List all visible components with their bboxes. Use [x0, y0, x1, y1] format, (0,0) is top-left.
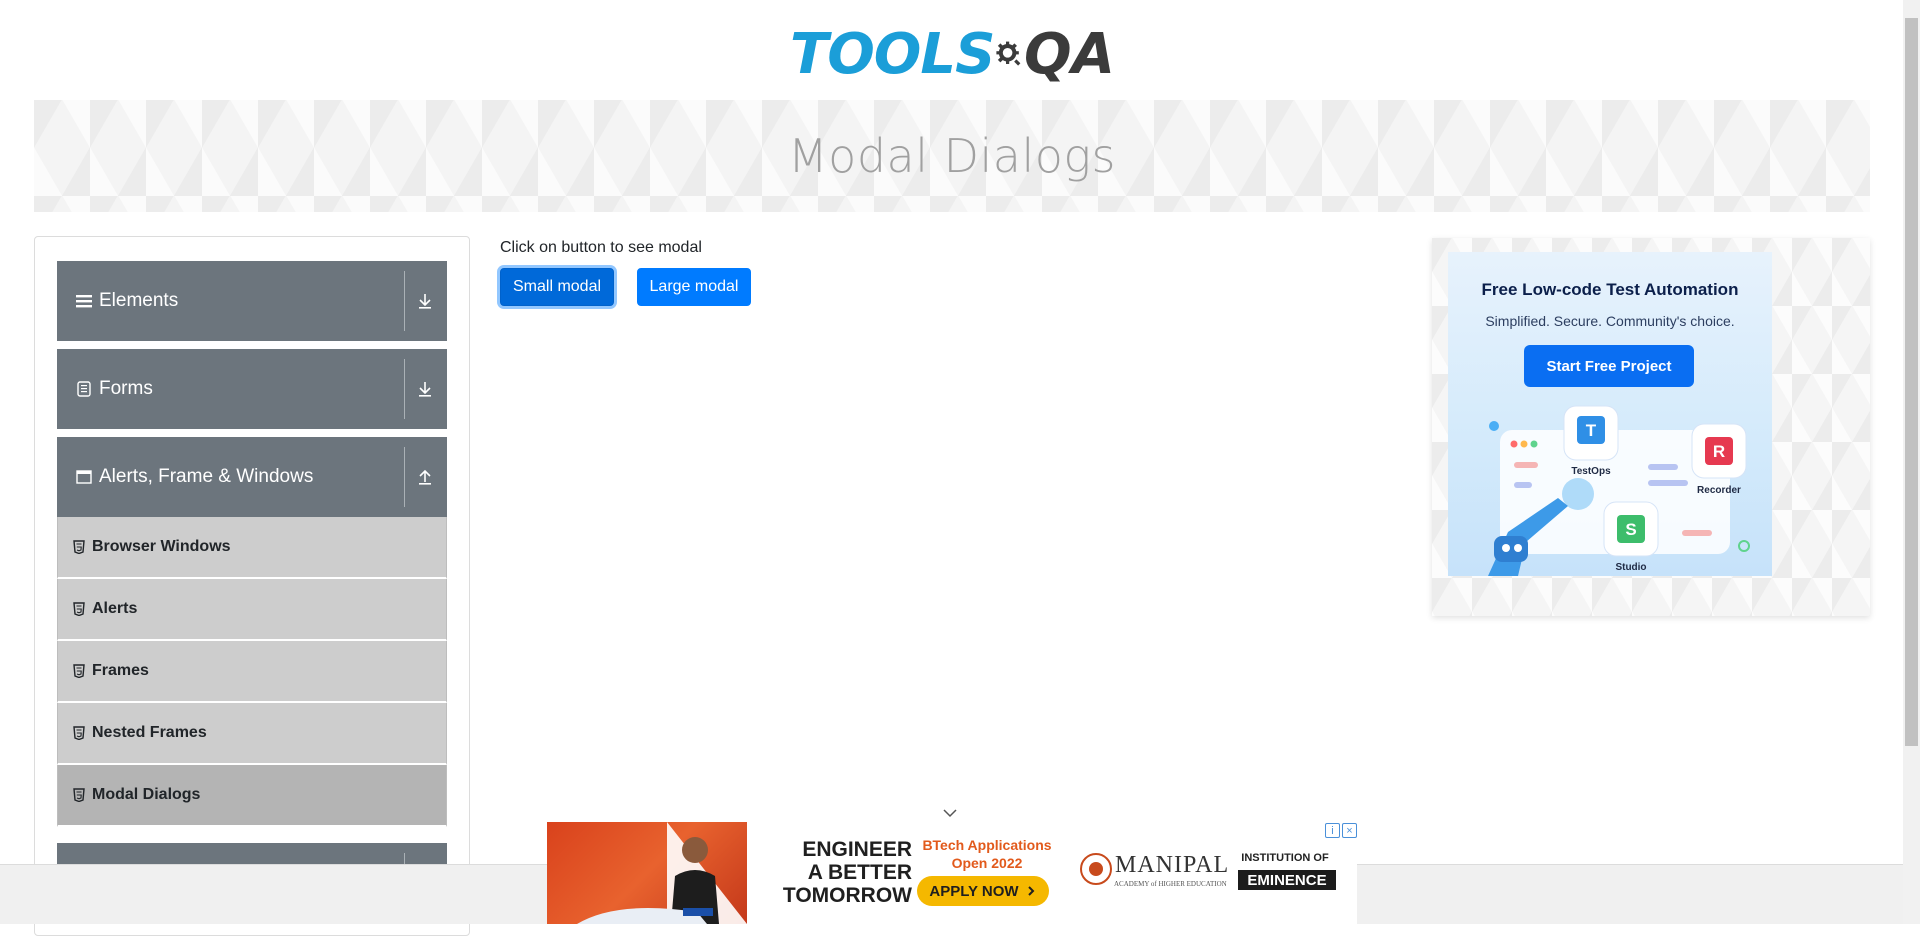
katalon-ad-card[interactable]: Free Low-code Test Automation Simplified…: [1448, 252, 1772, 576]
institution-text: INSTITUTION OF: [1241, 852, 1329, 864]
sidebar-item-frames[interactable]: Frames: [57, 641, 447, 703]
html5-icon: [72, 601, 86, 617]
hamburger-icon: [73, 290, 95, 312]
apply-now-button[interactable]: APPLY NOW: [917, 876, 1049, 906]
site-header: TOOLS QA: [0, 0, 1900, 100]
divider: [404, 271, 405, 331]
page-banner: Modal Dialogs: [34, 100, 1870, 212]
studio-label: Studio: [1615, 562, 1646, 573]
testops-label: TestOps: [1571, 466, 1611, 477]
recorder-label: Recorder: [1697, 485, 1741, 496]
sidebar-item-label: Modal Dialogs: [92, 786, 201, 803]
recorder-app: R Recorder: [1691, 423, 1747, 496]
sidebar-item-modal-dialogs[interactable]: Modal Dialogs: [57, 765, 447, 827]
manipal-brand: MANIPAL: [1115, 852, 1230, 878]
ad-btech-line: BTech Applications: [922, 837, 1052, 853]
sidebar-group-label: Elements: [99, 290, 179, 311]
gear-magnifier-icon: [996, 41, 1021, 66]
recorder-letter: R: [1713, 442, 1725, 461]
page-title: Modal Dialogs: [787, 129, 1116, 183]
small-modal-button[interactable]: Small modal: [500, 268, 614, 306]
sidebar-item-label: Frames: [92, 662, 149, 679]
divider: [404, 359, 405, 419]
ad-btech-text: BTech Applications Open 2022: [917, 836, 1057, 872]
sidebar-group-elements[interactable]: Elements: [57, 261, 447, 341]
ad-subtitle: Simplified. Secure. Community's choice.: [1485, 313, 1735, 329]
sidebar-advertisement: Free Low-code Test Automation Simplified…: [1432, 238, 1870, 616]
sidebar: Elements Forms Alerts, Frame & Windows B…: [34, 236, 470, 936]
ad-title: Free Low-code Test Automation: [1481, 280, 1739, 299]
ad-btech-line: Open 2022: [951, 855, 1023, 871]
ad-headline: ENGINEER A BETTER TOMORROW: [762, 838, 912, 907]
logo-text: TOOLS: [790, 21, 995, 87]
window-icon: [73, 466, 95, 488]
studio-letter: S: [1625, 520, 1636, 539]
ad-headline-line: A BETTER: [807, 861, 912, 884]
sidebar-item-label: Nested Frames: [92, 724, 207, 741]
ad-photo: [547, 822, 747, 924]
eminence-badge: EMINENCE: [1238, 870, 1336, 890]
manipal-subtitle: ACADEMY of HIGHER EDUCATION: [1114, 880, 1227, 888]
chevron-down-icon[interactable]: [942, 806, 958, 820]
sidebar-group-label: Forms: [99, 378, 153, 399]
scrollbar-thumb[interactable]: [1905, 18, 1918, 746]
modal-instruction-text: Click on button to see modal: [500, 239, 702, 256]
upload-arrow-icon[interactable]: [411, 437, 439, 517]
sidebar-group-alerts-frame-windows[interactable]: Alerts, Frame & Windows: [57, 437, 447, 517]
studio-app: S Studio: [1603, 501, 1659, 573]
ad-info-icon[interactable]: i: [1325, 823, 1340, 838]
sidebar-group-forms[interactable]: Forms: [57, 349, 447, 429]
html5-icon: [72, 539, 86, 555]
testops-letter: T: [1586, 421, 1597, 440]
chevron-right-icon: [1027, 886, 1035, 896]
sidebar-item-label: Browser Windows: [92, 538, 231, 555]
html5-icon: [72, 725, 86, 741]
apply-now-label: APPLY NOW: [929, 882, 1019, 900]
close-icon[interactable]: ×: [1342, 823, 1357, 838]
sidebar-item-nested-frames[interactable]: Nested Frames: [57, 703, 447, 765]
divider: [404, 447, 405, 507]
manipal-crest-icon: [1080, 853, 1112, 885]
logo-accent-text: QA: [1024, 21, 1115, 87]
html5-icon: [72, 663, 86, 679]
bottom-advertisement[interactable]: ENGINEER A BETTER TOMORROW BTech Applica…: [547, 822, 1357, 924]
sidebar-item-browser-windows[interactable]: Browser Windows: [57, 517, 447, 579]
start-free-project-button[interactable]: Start Free Project: [1524, 345, 1694, 387]
form-icon: [73, 378, 95, 400]
download-arrow-icon[interactable]: [411, 261, 439, 341]
ad-illustration: T TestOps R Recorder S Studio: [1488, 405, 1750, 576]
toolsqa-logo[interactable]: TOOLS QA: [790, 16, 1115, 92]
sidebar-item-label: Alerts: [92, 600, 138, 617]
sidebar-group-label: Alerts, Frame & Windows: [99, 466, 314, 487]
ad-headline-line: ENGINEER: [802, 838, 912, 861]
sidebar-item-alerts[interactable]: Alerts: [57, 579, 447, 641]
ad-controls: i ×: [1325, 823, 1357, 838]
testops-app: T TestOps: [1563, 405, 1619, 477]
download-arrow-icon[interactable]: [411, 349, 439, 429]
sidebar-submenu: Browser Windows Alerts Frames Nested Fra…: [57, 517, 447, 827]
person-illustration: [577, 822, 747, 924]
ad-headline-line: TOMORROW: [782, 884, 912, 907]
large-modal-button[interactable]: Large modal: [637, 268, 751, 306]
html5-icon: [72, 787, 86, 803]
